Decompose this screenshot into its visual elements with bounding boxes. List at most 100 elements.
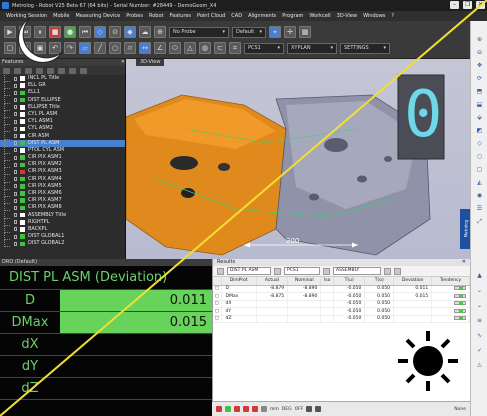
- maximize-button[interactable]: ❐: [463, 1, 472, 9]
- status-angle[interactable]: DEG: [282, 407, 292, 412]
- slot-icon[interactable]: ⊂: [214, 42, 226, 54]
- menu-features[interactable]: Features: [170, 13, 192, 19]
- frame-icon[interactable]: ⌗: [229, 42, 241, 54]
- step-icon[interactable]: ⏭: [19, 26, 31, 38]
- diamond-icon[interactable]: ◇: [474, 139, 485, 148]
- rotate-icon[interactable]: ⟳: [474, 74, 485, 83]
- zoom-out-icon[interactable]: ⊖: [474, 48, 485, 57]
- feature-tree-item[interactable]: DIST GLOBAL2: [0, 240, 125, 248]
- feature-select[interactable]: DIST PL ASM: [227, 267, 271, 275]
- feature-tree-item[interactable]: DIST GLOBAL1: [0, 233, 125, 241]
- filter-icon[interactable]: [3, 67, 10, 74]
- group-select[interactable]: ASSEMBLY: [333, 267, 381, 275]
- status-probe[interactable]: None: [454, 407, 466, 412]
- feature-tree-item[interactable]: CYL PL ASM: [0, 110, 125, 118]
- cone-icon[interactable]: △: [184, 42, 196, 54]
- angle-icon[interactable]: ∠: [154, 42, 166, 54]
- target-icon[interactable]: ⊕: [154, 26, 166, 38]
- frame-icon[interactable]: [274, 267, 281, 275]
- view-top-icon[interactable]: ⬒: [474, 87, 485, 96]
- distance-icon[interactable]: ↔: [139, 42, 151, 54]
- panel-close-icon[interactable]: ✕: [462, 259, 466, 266]
- workplane-select[interactable]: XYPLAN ▾: [287, 42, 337, 54]
- align-icon[interactable]: ⌖: [269, 26, 281, 38]
- table-row[interactable]: ▢ dZ -0.050 0.050: [213, 315, 470, 323]
- table-row[interactable]: ▢ D -8.879 -8.890 -0.050 0.050 0.011: [213, 285, 470, 293]
- view-front-icon[interactable]: ⬓: [474, 100, 485, 109]
- export-icon[interactable]: [384, 267, 391, 275]
- curve-icon[interactable]: ∿: [474, 331, 485, 340]
- open-file-icon[interactable]: ▤: [19, 42, 31, 54]
- feature-tree-item[interactable]: RIGHTPL: [0, 218, 125, 226]
- column-header[interactable]: Deviation: [393, 277, 433, 286]
- feature-tree-item[interactable]: CIR PIX ASM7: [0, 197, 125, 205]
- warning-icon[interactable]: ⚠: [474, 361, 485, 370]
- status-unit[interactable]: mm: [270, 407, 279, 412]
- record-icon[interactable]: ●: [64, 26, 76, 38]
- circle-icon[interactable]: ○: [109, 42, 121, 54]
- column-header[interactable]: Iso: [320, 277, 335, 286]
- redo-icon[interactable]: ↷: [64, 42, 76, 54]
- undo-icon[interactable]: ↶: [49, 42, 61, 54]
- menu-windows[interactable]: Windows: [363, 13, 385, 19]
- section-icon[interactable]: ◩: [474, 126, 485, 135]
- axes-icon[interactable]: ✛: [284, 26, 296, 38]
- probe-select[interactable]: No Probe ▾: [169, 26, 229, 38]
- feature-tree-item[interactable]: CIR PIX ASM1: [0, 154, 125, 162]
- menu-alignments[interactable]: Alignments: [248, 13, 276, 19]
- column-header[interactable]: T(u): [333, 277, 366, 286]
- zoom-in-icon[interactable]: ⊕: [474, 35, 485, 44]
- feature-tree-item[interactable]: ELL GR: [0, 82, 125, 90]
- feature-tree-item[interactable]: ELLIPSE Title: [0, 103, 125, 111]
- cylinder-icon[interactable]: ⌭: [124, 42, 136, 54]
- menu-working-session[interactable]: Working Session: [6, 13, 47, 19]
- group-icon[interactable]: [323, 267, 330, 275]
- close-button[interactable]: ✕: [476, 1, 485, 9]
- results-frame-select[interactable]: PCS1: [284, 267, 320, 275]
- panel-close-icon[interactable]: ✕: [121, 59, 125, 66]
- status-grey-icon[interactable]: [306, 406, 313, 412]
- line-icon[interactable]: ╱: [94, 42, 106, 54]
- column-header[interactable]: Actual: [256, 277, 289, 286]
- pause-icon[interactable]: ⏸: [34, 26, 46, 38]
- ellipse-icon[interactable]: ⬭: [169, 42, 181, 54]
- status-red-icon[interactable]: [243, 406, 249, 412]
- new-file-icon[interactable]: ▢: [4, 42, 16, 54]
- sphere-tool-icon[interactable]: ◉: [474, 191, 485, 200]
- save-icon[interactable]: ▣: [34, 42, 46, 54]
- default-select[interactable]: Default ▾: [232, 26, 266, 38]
- table-row[interactable]: ▢ dX -0.050 0.050: [213, 300, 470, 308]
- refresh-icon[interactable]: [217, 267, 224, 275]
- feature-tree-item[interactable]: ELL1: [0, 89, 125, 97]
- menu-robot[interactable]: Robot: [149, 13, 164, 19]
- hide-icon[interactable]: [47, 67, 54, 74]
- menu-program[interactable]: Program: [282, 13, 303, 19]
- feature-tree-item[interactable]: CIR PIX ASM4: [0, 175, 125, 183]
- feature-tree-item[interactable]: CYL ASM1: [0, 118, 125, 126]
- menu-probes[interactable]: Probes: [126, 13, 143, 19]
- fit-icon[interactable]: ⤢: [474, 217, 485, 226]
- collapse-icon[interactable]: [36, 67, 43, 74]
- column-header[interactable]: DimProt: [221, 277, 257, 286]
- status-mode[interactable]: OFF: [295, 407, 304, 412]
- show-icon[interactable]: [58, 67, 65, 74]
- menu-3d-view[interactable]: 3D-View: [337, 13, 357, 19]
- feature-tree-item[interactable]: CIR PIX ASM2: [0, 161, 125, 169]
- feature-tree-item[interactable]: PTOL CYL ASM: [0, 146, 125, 154]
- status-red-icon[interactable]: [252, 406, 258, 412]
- frame-select[interactable]: PCS1 ▾: [244, 42, 284, 54]
- feature-tree-item[interactable]: INCL PL Title: [0, 75, 125, 82]
- column-header[interactable]: T(o): [364, 277, 395, 286]
- delete-icon[interactable]: [69, 67, 76, 74]
- menu-measuring-device[interactable]: Measuring Device: [75, 13, 120, 19]
- cloud-icon[interactable]: ☁: [139, 26, 151, 38]
- chevron-down-icon[interactable]: ⌄: [474, 301, 485, 310]
- settings-select[interactable]: SETTINGS ▾: [340, 42, 390, 54]
- feature-tree-item[interactable]: CYL ASM2: [0, 125, 125, 133]
- feature-tree-item[interactable]: DIST ELLIPSE: [0, 96, 125, 104]
- cone-tool-icon[interactable]: ◭: [474, 178, 485, 187]
- view-iso-icon[interactable]: ⬙: [474, 113, 485, 122]
- layers-icon[interactable]: ☰: [474, 204, 485, 213]
- feature-tree-item[interactable]: CIR PIX ASM8: [0, 204, 125, 212]
- status-green-icon[interactable]: [225, 406, 231, 412]
